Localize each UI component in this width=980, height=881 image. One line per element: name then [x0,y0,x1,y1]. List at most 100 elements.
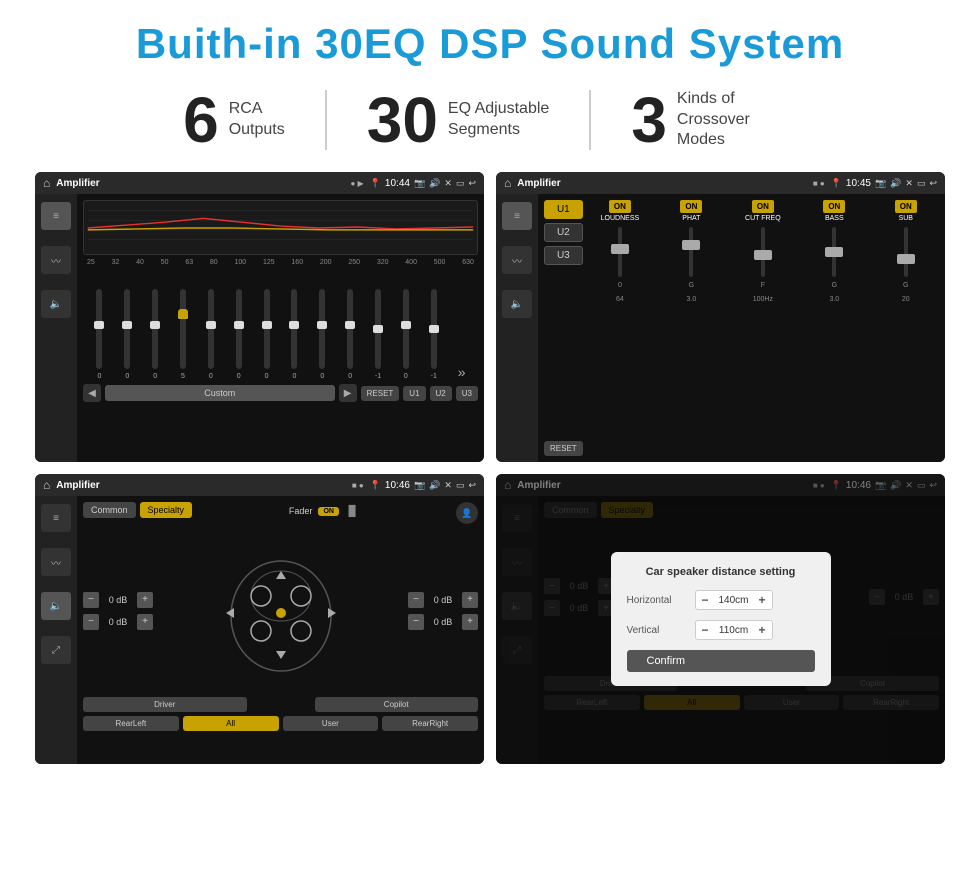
eq-slider-3[interactable]: 5 [171,289,196,380]
eq-slider-2[interactable]: 0 [143,289,168,380]
phat-slider[interactable] [682,222,700,282]
cutfreq-toggle[interactable]: ON [752,200,774,213]
channel-u3[interactable]: U3 [544,246,583,265]
bass-slider[interactable] [825,222,843,282]
sidebar-speaker-btn[interactable]: 🔈 [41,290,71,318]
stat-item-eq: 30 EQ AdjustableSegments [327,88,590,152]
vol-plus-rl[interactable]: + [137,614,153,630]
vol-row-fr: − 0 dB + [408,592,478,608]
speaker-icon-3: 🔈 [50,601,62,612]
cutfreq-slider[interactable] [754,222,772,282]
status-bar-3: ⌂ Amplifier ■ ● 📍 10:46 📷 🔊 ✕ ▭ ↩ [35,474,484,496]
stat-number-rca: 6 [183,88,219,152]
camera-icon-1: 📷 [414,178,425,189]
phat-toggle[interactable]: ON [680,200,702,213]
sidebar-speaker-btn-3[interactable]: 🔈 [41,592,71,620]
vol-minus-rr[interactable]: − [408,614,424,630]
sidebar-wave-btn-3[interactable]: 〰 [41,548,71,576]
sidebar-eq-btn-3[interactable]: ≡ [41,504,71,532]
sidebar-wave-btn[interactable]: 〰 [41,246,71,274]
eq-u1-btn[interactable]: U1 [403,386,425,401]
vol-plus-fl[interactable]: + [137,592,153,608]
speaker-icon: 🔈 [50,299,62,310]
sidebar-eq-btn[interactable]: ≡ [41,202,71,230]
settings-circle-btn[interactable]: 👤 [456,502,478,524]
eq-slider-10[interactable]: -1 [366,289,391,380]
horizontal-minus[interactable]: − [702,593,709,607]
eq-slider-8[interactable]: 0 [310,289,335,380]
user-btn[interactable]: User [283,716,379,731]
rearright-btn[interactable]: RearRight [382,716,478,731]
fader-on-pill[interactable]: ON [318,507,339,516]
eq-prev-btn[interactable]: ◀ [83,384,101,402]
crossover-reset-btn[interactable]: RESET [544,441,583,456]
loudness-toggle[interactable]: ON [609,200,631,213]
vol-minus-fr[interactable]: − [408,592,424,608]
eq-next-btn[interactable]: ▶ [339,384,357,402]
battery-icon-1: ▭ [456,178,465,189]
eq-u3-btn[interactable]: U3 [456,386,478,401]
camera-icon-2: 📷 [875,178,886,189]
vol-plus-rr[interactable]: + [462,614,478,630]
sidebar-eq-btn-2[interactable]: ≡ [502,202,532,230]
eq-slider-12[interactable]: -1 [421,289,446,380]
home-icon-3[interactable]: ⌂ [43,478,50,492]
vertical-plus[interactable]: + [759,623,766,637]
loudness-col: ON LOUDNESS 0 [587,200,653,289]
eq-reset-btn[interactable]: RESET [361,386,400,401]
tab-common[interactable]: Common [83,502,136,518]
eq-slider-6[interactable]: 0 [254,289,279,380]
loudness-slider[interactable] [611,222,629,282]
close-icon-3[interactable]: ✕ [444,480,452,491]
bass-toggle[interactable]: ON [823,200,845,213]
sub-slider[interactable] [897,222,915,282]
back-icon-3[interactable]: ↩ [468,480,476,491]
driver-btn[interactable]: Driver [83,697,247,712]
confirm-button[interactable]: Confirm [627,650,815,672]
eq-slider-5[interactable]: 0 [226,289,251,380]
eq-slider-7[interactable]: 0 [282,289,307,380]
status-icons-2: 📍 10:45 📷 🔊 ✕ ▭ ↩ [831,178,937,189]
right-vol-controls: − 0 dB + − 0 dB + [408,528,478,693]
record-icon-3: ■ ● [352,481,364,490]
eq-slider-11[interactable]: 0 [393,289,418,380]
vol-val-rl: 0 dB [103,617,133,627]
eq-slider-0[interactable]: 0 [87,289,112,380]
app-name-1: Amplifier [56,178,344,189]
vertical-minus[interactable]: − [702,623,709,637]
fader-top-row: Common Specialty Fader ON ▐▌ 👤 [83,502,478,524]
screen1-content: ≡ 〰 🔈 [35,194,484,462]
back-icon-1[interactable]: ↩ [468,178,476,189]
horizontal-plus[interactable]: + [759,593,766,607]
eq-slider-9[interactable]: 0 [338,289,363,380]
sub-toggle[interactable]: ON [895,200,917,213]
eq-bottom-controls: ◀ Custom ▶ RESET U1 U2 U3 [83,380,478,406]
sidebar-speaker-btn-2[interactable]: 🔈 [502,290,532,318]
eq-slider-1[interactable]: 0 [115,289,140,380]
wave-icon: 〰 [51,253,61,268]
all-btn[interactable]: All [183,716,279,731]
eq-graph [83,200,478,255]
sub-label: SUB [899,215,913,222]
back-icon-2[interactable]: ↩ [929,178,937,189]
eq-slider-expand[interactable]: » [449,364,474,380]
vol-minus-rl[interactable]: − [83,614,99,630]
sidebar-wave-btn-2[interactable]: 〰 [502,246,532,274]
eq-u2-btn[interactable]: U2 [430,386,452,401]
vertical-value: 110cm [714,625,754,636]
channel-u1[interactable]: U1 [544,200,583,219]
channel-u2[interactable]: U2 [544,223,583,242]
home-icon-1[interactable]: ⌂ [43,176,50,190]
time-2: 10:45 [846,178,871,189]
close-icon-1[interactable]: ✕ [444,178,452,189]
tab-specialty[interactable]: Specialty [140,502,193,518]
sidebar-expand-btn-3[interactable]: ⤢ [41,636,71,664]
vol-plus-fr[interactable]: + [462,592,478,608]
eq-slider-4[interactable]: 0 [198,289,223,380]
close-icon-2[interactable]: ✕ [905,178,913,189]
left-vol-controls: − 0 dB + − 0 dB + [83,528,153,693]
copilot-btn[interactable]: Copilot [315,697,479,712]
home-icon-2[interactable]: ⌂ [504,176,511,190]
vol-minus-fl[interactable]: − [83,592,99,608]
rearleft-btn[interactable]: RearLeft [83,716,179,731]
